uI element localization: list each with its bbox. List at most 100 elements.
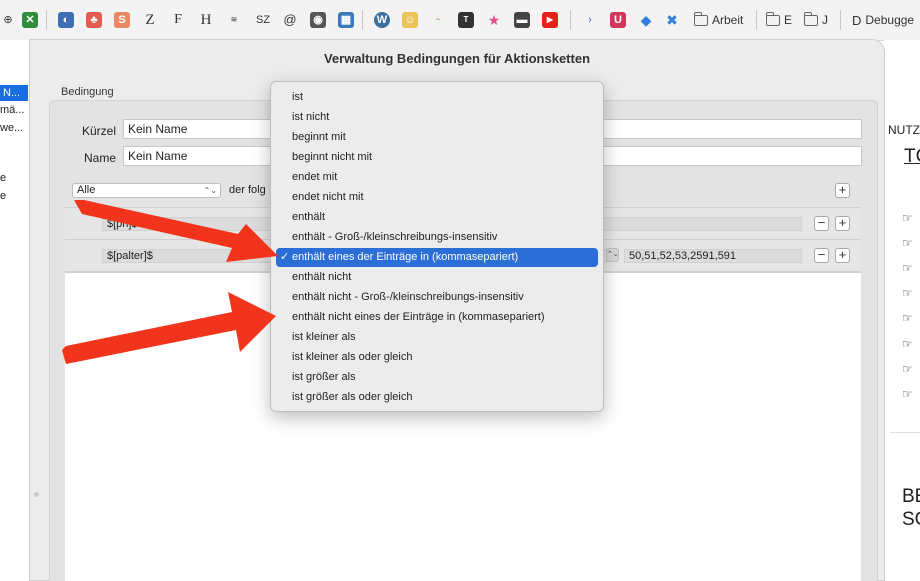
page-heading: SC — [902, 509, 920, 530]
condition-value-field[interactable]: 50,51,52,53,2591,591 — [624, 249, 802, 263]
globe-icon[interactable]: ⊕ — [0, 12, 16, 28]
bookmark-icon[interactable]: ~ — [430, 12, 446, 28]
kuerzel-label: Kürzel — [81, 124, 116, 138]
sz-icon[interactable]: SZ — [252, 12, 274, 28]
checkmark-icon: ✓ — [280, 251, 290, 263]
menu-item-label: beginnt mit — [292, 131, 346, 143]
menu-item[interactable]: ist — [276, 88, 598, 107]
menu-item[interactable]: enthält nicht - Groß-/kleinschreibungs-i… — [276, 288, 598, 307]
menu-item[interactable]: ✓ enthält eines der Einträge in (kommasep… — [276, 248, 598, 267]
menu-item[interactable]: ist kleiner als — [276, 328, 598, 347]
menu-item-label: beginnt nicht mit — [292, 151, 373, 163]
match-suffix-label: der folg — [229, 184, 266, 196]
menu-item[interactable]: ist nicht — [276, 108, 598, 127]
menu-item-label: endet nicht mit — [292, 191, 364, 203]
bookmark-icon[interactable]: ▬ — [514, 12, 530, 28]
bookmark-icon[interactable]: › — [582, 12, 598, 28]
xing-icon[interactable]: ✕ — [22, 12, 38, 28]
page-heading: TC — [904, 146, 920, 167]
add-condition-button[interactable]: + — [835, 183, 850, 198]
page-heading: BE — [902, 486, 920, 507]
menu-item-label: ist — [292, 91, 303, 103]
folder-icon — [694, 11, 708, 26]
bookmark-debugger[interactable]: D Debugge — [852, 11, 914, 29]
bookmark-folder-arbeit[interactable]: Arbeit — [694, 11, 743, 29]
menu-item-label: ist größer als oder gleich — [292, 391, 413, 403]
menu-item-label: enthält - Groß-/kleinschreibungs-insensi… — [292, 231, 498, 243]
chevron-updown-icon: ⌃⌄ — [203, 186, 217, 195]
menu-item[interactable]: enthält nicht — [276, 268, 598, 287]
menu-item[interactable]: enthält nicht eines der Einträge in (kom… — [276, 308, 598, 327]
menu-item-label: ist größer als — [292, 371, 356, 383]
bookmark-icon[interactable]: ◆ — [638, 12, 654, 28]
folder-label: Arbeit — [712, 13, 744, 27]
bookmark-icon[interactable]: S — [114, 12, 130, 28]
pointing-hand-icon: ☞ — [902, 236, 913, 250]
bookmark-folder-j[interactable]: J — [804, 11, 828, 29]
menu-item-label: ist kleiner als — [292, 331, 356, 343]
remove-row-button[interactable]: − — [814, 216, 829, 231]
menu-item[interactable]: beginnt nicht mit — [276, 148, 598, 167]
menu-item[interactable]: endet nicht mit — [276, 188, 598, 207]
handelsblatt-icon[interactable]: H — [198, 12, 214, 28]
divider — [890, 432, 920, 433]
list-item[interactable]: mä... — [0, 104, 28, 116]
pointing-hand-icon: ☞ — [902, 211, 913, 225]
faz-icon[interactable]: F — [170, 12, 186, 28]
add-row-button[interactable]: + — [835, 248, 850, 263]
list-item[interactable]: we... — [0, 122, 28, 134]
zeit-icon[interactable]: Z — [142, 12, 158, 28]
menu-item-label: enthält nicht - Groß-/kleinschreibungs-i… — [292, 291, 524, 303]
bookmark-icon[interactable]: @ — [282, 12, 298, 28]
folder-icon — [804, 11, 818, 26]
menu-item-label: enthält eines der Einträge in (kommasepa… — [292, 251, 519, 263]
bookmark-icon[interactable]: ◐ — [58, 12, 74, 28]
match-all-popup[interactable]: Alle ⌃⌄ — [72, 183, 221, 198]
wordpress-icon[interactable]: W — [374, 12, 390, 28]
splitter-grip[interactable] — [34, 492, 39, 497]
menu-item[interactable]: beginnt mit — [276, 128, 598, 147]
operator-dropdown-menu: ist ist nicht beginnt mit beginnt nicht mit… — [270, 81, 604, 412]
page-text: NUTZ — [888, 123, 920, 137]
bookmark-label: Debugge — [865, 13, 915, 27]
list-item[interactable]: e — [0, 190, 28, 202]
bookmark-separator — [362, 10, 363, 30]
bookmark-icon[interactable]: ≋ — [226, 12, 242, 28]
pointing-hand-icon: ☞ — [902, 311, 913, 325]
bookmark-icon[interactable]: ▦ — [338, 12, 354, 28]
bookmark-separator — [46, 10, 47, 30]
menu-item[interactable]: enthält - Groß-/kleinschreibungs-insensi… — [276, 228, 598, 247]
menu-item[interactable]: endet mit — [276, 168, 598, 187]
menu-item[interactable]: ist kleiner als oder gleich — [276, 348, 598, 367]
list-item[interactable]: e — [0, 172, 28, 184]
menu-item[interactable]: enthält — [276, 208, 598, 227]
pointing-hand-icon: ☞ — [902, 362, 913, 376]
folder-icon — [766, 11, 780, 26]
bookmark-icon[interactable]: ☺ — [402, 12, 418, 28]
remove-row-button[interactable]: − — [814, 248, 829, 263]
folder-label: J — [822, 13, 828, 27]
background-page-right: NUTZ TC ☞ ☞ ☞ ☞ ☞ ☞ ☞ ☞ BE SC — [884, 40, 920, 580]
pointing-hand-icon: ☞ — [902, 261, 913, 275]
add-row-button[interactable]: + — [835, 216, 850, 231]
bookmark-icon[interactable]: ◉ — [310, 12, 326, 28]
chevron-updown-icon[interactable]: ⌃⌄ — [606, 248, 619, 262]
bookmarks-bar: ⊕ ✕ ◐ ♣ S Z F H ≋ SZ @ ◉ ▦ W ☺ ~ T ★ ▬ ▶… — [0, 0, 920, 41]
tms-icon[interactable]: T — [458, 12, 474, 28]
menu-item-label: ist nicht — [292, 111, 330, 123]
bookmark-separator — [840, 10, 841, 30]
d-icon: D — [852, 12, 862, 28]
bookmark-icon[interactable]: ♣ — [86, 12, 102, 28]
menu-item-label: enthält nicht eines der Einträge in (kom… — [292, 311, 545, 323]
youtube-icon[interactable]: ▶ — [542, 12, 558, 28]
list-item-selected[interactable]: N... — [0, 85, 28, 101]
bookmark-separator — [570, 10, 571, 30]
confluence-icon[interactable]: ✖ — [664, 12, 680, 28]
menu-item[interactable]: ist größer als — [276, 368, 598, 387]
menu-item[interactable]: ist größer als oder gleich — [276, 388, 598, 407]
bookmark-icon[interactable]: U — [610, 12, 626, 28]
star-icon[interactable]: ★ — [486, 12, 502, 28]
menu-item-label: endet mit — [292, 171, 338, 183]
sheet-title: Verwaltung Bedingungen für Aktionsketten — [323, 51, 591, 66]
bookmark-folder-e[interactable]: E — [766, 11, 792, 29]
